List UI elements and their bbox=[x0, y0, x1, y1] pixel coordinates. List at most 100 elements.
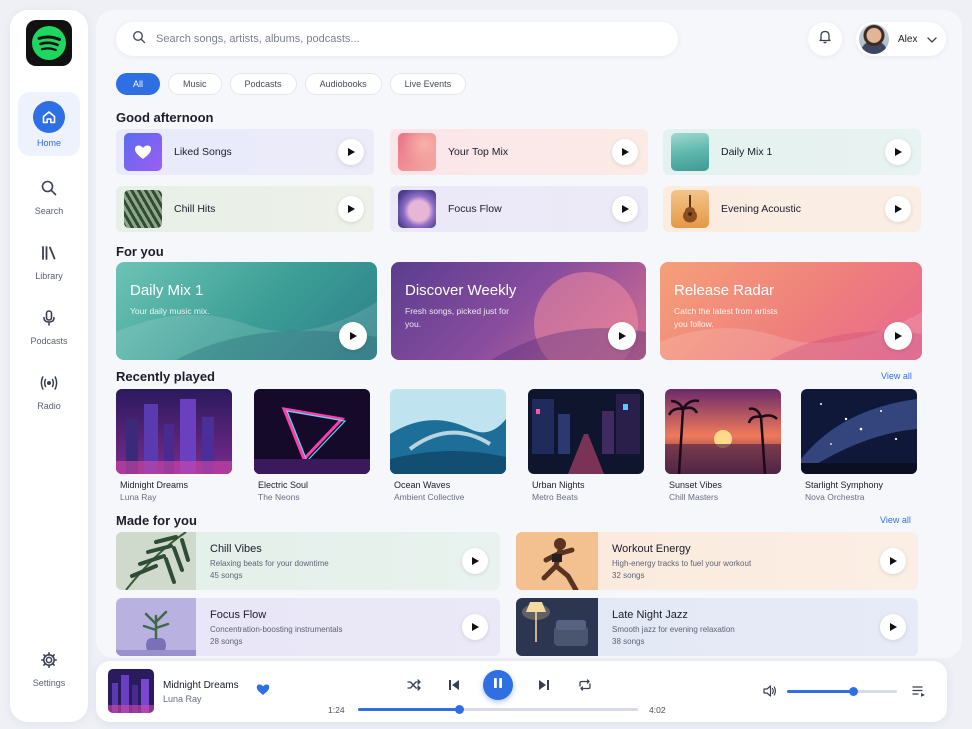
volume-handle[interactable] bbox=[849, 687, 858, 696]
progress-handle[interactable] bbox=[454, 705, 464, 714]
made-item-title: Chill Vibes bbox=[210, 542, 262, 555]
sidebar-item-settings[interactable]: Settings bbox=[18, 636, 80, 700]
play-button[interactable] bbox=[608, 322, 636, 350]
play-button[interactable] bbox=[880, 548, 906, 574]
skip-back-icon bbox=[448, 678, 460, 696]
made-item-title: Workout Energy bbox=[612, 542, 691, 555]
sidebar-item-library[interactable]: Library bbox=[18, 229, 80, 293]
made-for-you-item[interactable]: Late Night Jazz Smooth jazz for evening … bbox=[516, 598, 918, 656]
made-for-you-item[interactable]: Focus Flow Concentration-boosting instru… bbox=[116, 598, 500, 656]
recent-item[interactable]: Starlight Symphony Nova Orchestra bbox=[801, 389, 917, 502]
cover-art bbox=[528, 389, 644, 474]
for-you-title: For you bbox=[116, 244, 164, 259]
cover-art bbox=[398, 190, 436, 228]
quick-pick-focus-flow[interactable]: Focus Flow bbox=[390, 186, 648, 232]
cover-art bbox=[671, 133, 709, 171]
filter-chip-all[interactable]: All bbox=[116, 73, 161, 95]
repeat-icon bbox=[578, 678, 592, 696]
quick-pick-liked-songs[interactable]: Liked Songs bbox=[116, 129, 374, 175]
sidebar-item-label: Library bbox=[35, 271, 63, 281]
heart-icon[interactable] bbox=[256, 683, 270, 701]
progress-bar[interactable] bbox=[358, 705, 638, 714]
recent-item-title: Ocean Waves bbox=[394, 480, 451, 490]
made-item-count: 45 songs bbox=[210, 570, 243, 580]
spotify-logo-icon[interactable] bbox=[26, 20, 72, 66]
play-button[interactable] bbox=[880, 614, 906, 640]
play-button[interactable] bbox=[612, 139, 638, 165]
play-button[interactable] bbox=[885, 196, 911, 222]
cover-art bbox=[516, 598, 598, 656]
volume-slider[interactable] bbox=[787, 687, 897, 696]
made-item-title: Focus Flow bbox=[210, 608, 267, 621]
recent-item-artist: Chill Masters bbox=[669, 492, 719, 502]
quick-pick-evening-acoustic[interactable]: Evening Acoustic bbox=[663, 186, 921, 232]
greeting-title: Good afternoon bbox=[116, 110, 214, 125]
filter-chip-podcasts[interactable]: Podcasts bbox=[229, 73, 297, 95]
previous-button[interactable] bbox=[445, 678, 463, 696]
recent-item-title: Urban Nights bbox=[532, 480, 585, 490]
play-button[interactable] bbox=[339, 322, 367, 350]
for-you-card-daily-mix-1[interactable]: Daily Mix 1 Your daily music mix. bbox=[116, 262, 377, 360]
play-button[interactable] bbox=[884, 322, 912, 350]
user-menu[interactable]: Alex bbox=[856, 22, 946, 56]
sidebar-item-radio[interactable]: Radio bbox=[18, 359, 80, 423]
sidebar-item-label: Home bbox=[36, 137, 61, 148]
volume-icon[interactable] bbox=[762, 683, 778, 699]
made-item-count: 28 songs bbox=[210, 636, 243, 646]
made-for-you-item[interactable]: Chill Vibes Relaxing beats for your down… bbox=[116, 532, 500, 590]
recent-item-artist: Luna Ray bbox=[120, 492, 157, 502]
quick-pick-daily-mix-1[interactable]: Daily Mix 1 bbox=[663, 129, 921, 175]
cover-art bbox=[124, 190, 162, 228]
card-title: Discover Weekly bbox=[405, 282, 517, 299]
made-for-you-item[interactable]: Workout Energy High-energy tracks to fue… bbox=[516, 532, 918, 590]
cover-art bbox=[116, 389, 232, 474]
recent-item[interactable]: Electric Soul The Neons bbox=[254, 389, 370, 502]
recent-item[interactable]: Urban Nights Metro Beats bbox=[528, 389, 644, 502]
progress-fill bbox=[358, 708, 459, 711]
sidebar-item-home[interactable]: Home bbox=[18, 92, 80, 156]
now-playing-cover bbox=[108, 669, 154, 713]
quick-pick-your-top-mix[interactable]: Your Top Mix bbox=[390, 129, 648, 175]
for-you-card-discover-weekly[interactable]: Discover Weekly Fresh songs, picked just… bbox=[391, 262, 646, 360]
sidebar-item-podcasts[interactable]: Podcasts bbox=[18, 294, 80, 358]
shuffle-button[interactable] bbox=[405, 678, 423, 696]
sidebar-item-label: Podcasts bbox=[30, 336, 68, 346]
queue-icon[interactable] bbox=[911, 683, 927, 699]
play-button[interactable] bbox=[462, 614, 488, 640]
recently-played-view-all[interactable]: View all bbox=[881, 371, 912, 381]
search-input[interactable] bbox=[156, 33, 636, 45]
for-you-card-release-radar[interactable]: Release Radar Catch the latest from arti… bbox=[660, 262, 922, 360]
recent-item-title: Midnight Dreams bbox=[120, 480, 189, 490]
filter-chip-live-events[interactable]: Live Events bbox=[389, 73, 467, 95]
pause-button[interactable] bbox=[483, 670, 513, 700]
quick-pick-label: Evening Acoustic bbox=[721, 203, 801, 215]
play-button[interactable] bbox=[338, 139, 364, 165]
quick-pick-chill-hits[interactable]: Chill Hits bbox=[116, 186, 374, 232]
cover-art bbox=[398, 133, 436, 171]
repeat-button[interactable] bbox=[576, 678, 594, 696]
play-button[interactable] bbox=[462, 548, 488, 574]
filter-chip-music[interactable]: Music bbox=[168, 73, 222, 95]
elapsed-time: 1:24 bbox=[328, 705, 345, 715]
avatar bbox=[859, 24, 889, 54]
sidebar-item-search[interactable]: Search bbox=[18, 164, 80, 228]
recent-item[interactable]: Midnight Dreams Luna Ray bbox=[116, 389, 232, 502]
now-playing-artist: Luna Ray bbox=[163, 694, 202, 704]
card-subtitle: Catch the latest from artists you follow… bbox=[674, 306, 778, 329]
now-playing-bar: Midnight Dreams Luna Ray 1:24 4:02 bbox=[96, 661, 947, 722]
play-button[interactable] bbox=[338, 196, 364, 222]
recent-item[interactable]: Sunset Vibes Chill Masters bbox=[665, 389, 781, 502]
notifications-button[interactable] bbox=[808, 22, 842, 56]
made-for-you-view-all[interactable]: View all bbox=[880, 515, 911, 525]
cover-art bbox=[116, 532, 196, 590]
play-button[interactable] bbox=[885, 139, 911, 165]
recent-item[interactable]: Ocean Waves Ambient Collective bbox=[390, 389, 506, 502]
play-button[interactable] bbox=[612, 196, 638, 222]
library-icon bbox=[37, 241, 61, 265]
next-button[interactable] bbox=[535, 678, 553, 696]
made-item-description: Relaxing beats for your downtime bbox=[210, 558, 329, 568]
recent-item-artist: Metro Beats bbox=[532, 492, 578, 502]
filter-chip-audiobooks[interactable]: Audiobooks bbox=[304, 73, 382, 95]
search-bar[interactable] bbox=[116, 22, 678, 56]
made-item-title: Late Night Jazz bbox=[612, 608, 688, 621]
